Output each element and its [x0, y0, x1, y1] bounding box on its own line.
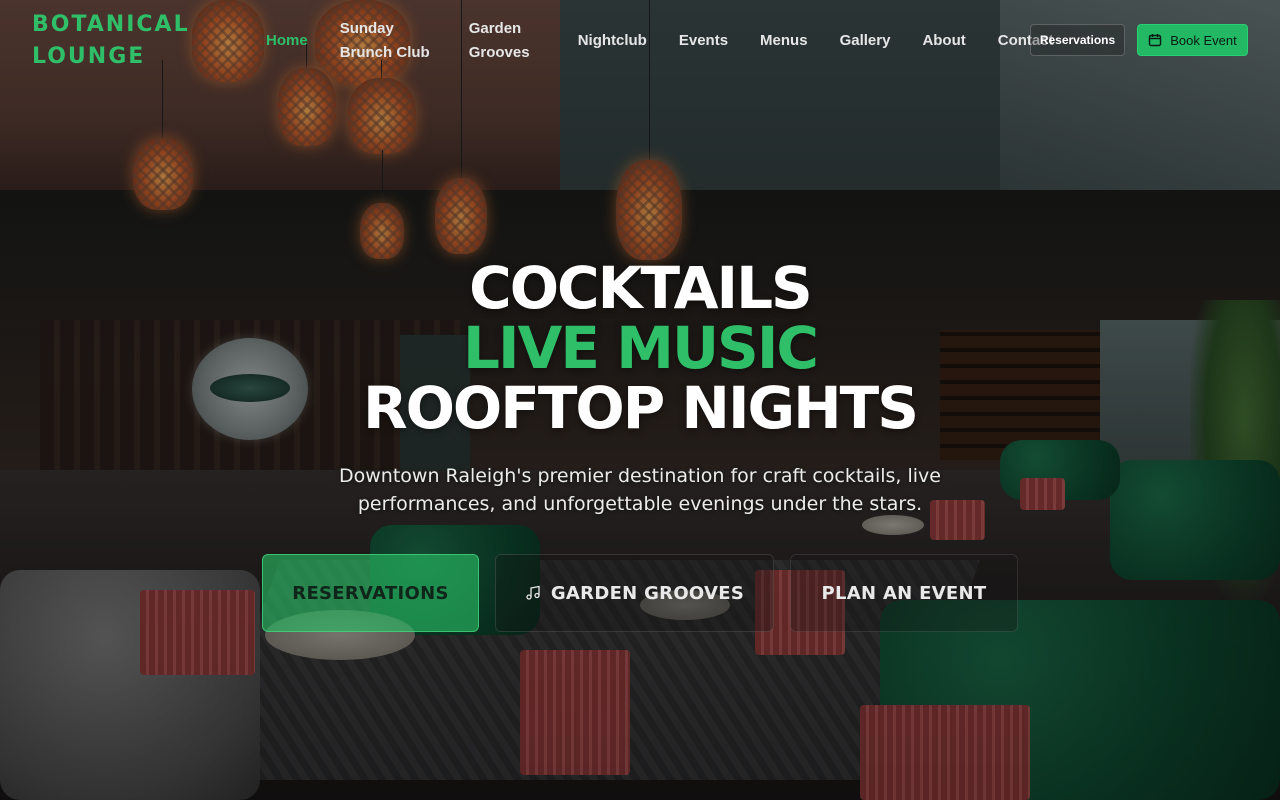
book-event-button[interactable]: Book Event	[1137, 24, 1248, 56]
nav-menus[interactable]: Menus	[760, 29, 808, 53]
cta-reservations-label: RESERVATIONS	[292, 582, 449, 604]
main-nav: Home Sunday Brunch Club Garden Grooves N…	[266, 0, 1054, 82]
hero-subtitle: Downtown Raleigh's premier destination f…	[339, 465, 941, 515]
music-note-icon	[525, 585, 541, 601]
nav-gallery[interactable]: Gallery	[840, 29, 891, 53]
cta-plan-event-label: PLAN AN EVENT	[821, 582, 987, 604]
book-event-label: Book Event	[1170, 32, 1237, 48]
cta-reservations-button[interactable]: RESERVATIONS	[262, 554, 479, 632]
calendar-icon	[1148, 33, 1162, 47]
nav-events[interactable]: Events	[679, 29, 728, 53]
nav-garden-grooves[interactable]: Garden Grooves	[469, 17, 545, 65]
site-header: BOTANICAL LOUNGE Home Sunday Brunch Club…	[0, 0, 1280, 82]
cta-plan-event-button[interactable]: PLAN AN EVENT	[790, 554, 1018, 632]
nav-nightclub[interactable]: Nightclub	[578, 29, 647, 53]
hero-headline: COCKTAILS LIVE MUSIC ROOFTOP NIGHTS	[0, 258, 1280, 438]
brand-logo[interactable]: BOTANICAL LOUNGE	[32, 9, 190, 73]
hero-line-cocktails: COCKTAILS	[469, 254, 813, 322]
hero-line-rooftop-nights: ROOFTOP NIGHTS	[362, 374, 919, 442]
cta-garden-grooves-button[interactable]: GARDEN GROOVES	[495, 554, 774, 632]
brand-line-2: LOUNGE	[32, 44, 146, 69]
cta-garden-grooves-label: GARDEN GROOVES	[550, 582, 745, 604]
nav-sunday-brunch-club[interactable]: Sunday Brunch Club	[340, 17, 436, 65]
nav-about[interactable]: About	[922, 29, 965, 53]
brand-line-1: BOTANICAL	[32, 12, 190, 37]
reservations-button[interactable]: Reservations	[1030, 24, 1125, 56]
nav-home[interactable]: Home	[266, 29, 308, 53]
hero-line-live-music: LIVE MUSIC	[463, 314, 819, 382]
